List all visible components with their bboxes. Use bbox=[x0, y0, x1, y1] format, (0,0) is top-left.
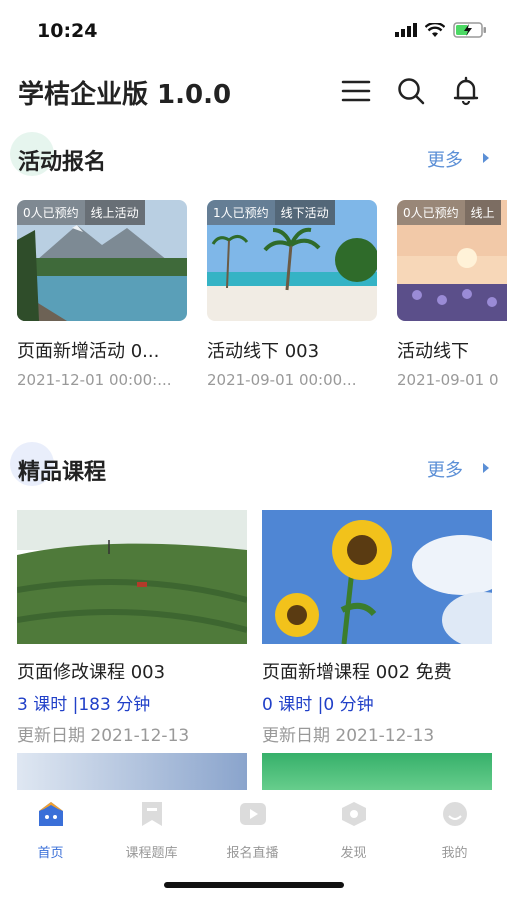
activities-more-link[interactable]: 更多 bbox=[427, 146, 463, 172]
activity-date: 2021-09-01 00:00... bbox=[207, 371, 357, 389]
tab-label: 课程题库 bbox=[125, 846, 178, 861]
tab-label: 我的 bbox=[441, 846, 468, 861]
signal-icon bbox=[395, 23, 417, 37]
activity-type-badge: 线上 bbox=[464, 200, 501, 225]
activity-badges: 0人已预约 线上 bbox=[397, 200, 501, 225]
home-indicator bbox=[164, 882, 344, 888]
activity-card[interactable]: 1人已预约 线下活动 活动线下 003 2021-09-01 00:00... bbox=[207, 200, 377, 389]
menu-icon[interactable] bbox=[341, 76, 371, 106]
activities-section-title: 活动报名 bbox=[18, 150, 107, 175]
activity-carousel[interactable]: 0人已预约 线上活动 页面新增活动 0... 2021-12-01 00:00:… bbox=[0, 200, 507, 400]
tab-label: 报名直播 bbox=[226, 846, 279, 861]
course-card-peek[interactable] bbox=[262, 753, 492, 793]
reserved-badge: 0人已预约 bbox=[397, 200, 465, 225]
courses-more-link[interactable]: 更多 bbox=[427, 456, 463, 482]
course-card-peek[interactable] bbox=[17, 753, 247, 793]
course-meta: 0 课时 |0 分钟 bbox=[262, 695, 374, 715]
reserved-badge: 0人已预约 bbox=[17, 200, 85, 225]
tab-profile[interactable]: 我的 bbox=[404, 800, 505, 861]
course-update-date: 更新日期 2021-12-13 bbox=[17, 726, 190, 746]
activity-badges: 0人已预约 线上活动 bbox=[17, 200, 145, 225]
activity-type-badge: 线上活动 bbox=[84, 200, 145, 225]
chevron-right-icon[interactable] bbox=[481, 152, 491, 164]
activity-date: 2021-12-01 00:00:... bbox=[17, 371, 172, 389]
home-icon bbox=[38, 802, 63, 826]
reserved-badge: 1人已预约 bbox=[207, 200, 275, 225]
bell-icon[interactable] bbox=[451, 76, 481, 106]
app-header: 学桔企业版 1.0.0 bbox=[0, 64, 507, 120]
tab-courses[interactable]: 课程题库 bbox=[101, 800, 202, 861]
battery-charging-icon bbox=[453, 22, 486, 38]
activity-card[interactable]: 0人已预约 线上活动 页面新增活动 0... 2021-12-01 00:00:… bbox=[17, 200, 187, 389]
courses-section-title: 精品课程 bbox=[18, 460, 107, 485]
activities-section-header: 活动报名 更多 bbox=[0, 132, 507, 182]
tab-live[interactable]: 报名直播 bbox=[202, 800, 303, 861]
activity-thumbnail: 1人已预约 线下活动 bbox=[207, 200, 377, 321]
tab-discover[interactable]: 发现 bbox=[303, 800, 404, 861]
course-name: 页面修改课程 003 bbox=[17, 662, 166, 683]
tab-label: 发现 bbox=[340, 846, 367, 861]
bookmark-icon bbox=[141, 802, 162, 826]
course-thumbnail bbox=[17, 510, 247, 644]
profile-icon bbox=[442, 802, 467, 826]
status-bar: 10:24 bbox=[0, 0, 507, 64]
app-title: 学桔企业版 1.0.0 bbox=[18, 80, 232, 110]
course-meta: 3 课时 |183 分钟 bbox=[17, 695, 151, 715]
chevron-right-icon[interactable] bbox=[481, 462, 491, 474]
wifi-icon bbox=[425, 22, 445, 37]
course-card[interactable]: 页面修改课程 003 3 课时 |183 分钟 更新日期 2021-12-13 bbox=[17, 510, 247, 746]
status-icons bbox=[395, 22, 487, 38]
search-icon[interactable] bbox=[396, 76, 426, 106]
activity-card[interactable]: 0人已预约 线上 活动线下 2021-09-01 0 bbox=[397, 200, 507, 389]
activity-name: 页面新增活动 0... bbox=[17, 341, 160, 362]
discover-icon bbox=[341, 802, 366, 826]
course-thumbnail bbox=[262, 510, 492, 644]
activity-thumbnail: 0人已预约 线上活动 bbox=[17, 200, 187, 321]
activity-thumbnail: 0人已预约 线上 bbox=[397, 200, 507, 321]
status-time: 10:24 bbox=[37, 20, 98, 42]
tab-home[interactable]: 首页 bbox=[0, 800, 101, 861]
activity-name: 活动线下 bbox=[397, 341, 469, 362]
course-update-date: 更新日期 2021-12-13 bbox=[262, 726, 435, 746]
activity-type-badge: 线下活动 bbox=[274, 200, 335, 225]
courses-section-header: 精品课程 更多 bbox=[0, 442, 507, 492]
course-name: 页面新增课程 002 免费 bbox=[262, 662, 452, 683]
activity-badges: 1人已预约 线下活动 bbox=[207, 200, 335, 225]
course-card[interactable]: 页面新增课程 002 免费 0 课时 |0 分钟 更新日期 2021-12-13 bbox=[262, 510, 492, 746]
tab-label: 首页 bbox=[37, 846, 64, 861]
play-icon bbox=[239, 803, 266, 825]
activity-date: 2021-09-01 0 bbox=[397, 371, 499, 389]
activity-name: 活动线下 003 bbox=[207, 341, 320, 362]
